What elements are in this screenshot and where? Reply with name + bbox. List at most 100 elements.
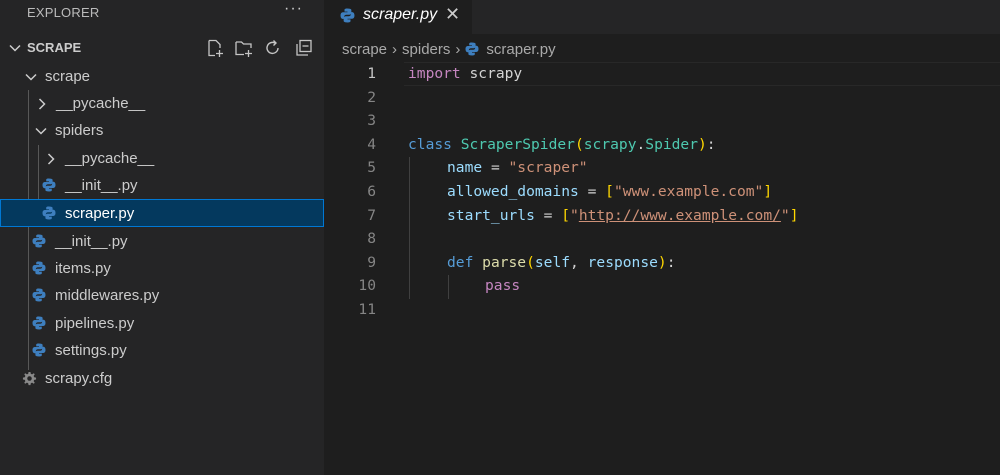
dot: .: [636, 135, 646, 153]
tab-bar: scraper.py ✕: [324, 0, 1000, 34]
code-text: start_urls = ["http://www.example.com/"]: [447, 207, 799, 224]
code-text: name = "scraper": [447, 159, 588, 176]
keyword: def: [447, 253, 474, 271]
tree-file-settings[interactable]: settings.py: [0, 337, 324, 364]
bracket: ]: [789, 206, 799, 224]
tree-item-label: middlewares.py: [55, 287, 160, 304]
chevron-down-icon: [35, 127, 47, 135]
code-text: def parse(self, response):: [447, 254, 676, 271]
string: "www.example.com": [613, 183, 764, 200]
explorer-title: EXPLORER: [27, 5, 100, 20]
more-actions-icon[interactable]: ···: [284, 0, 303, 18]
bracket: [: [605, 183, 614, 200]
keyword: pass: [485, 277, 521, 295]
bracket: ): [657, 253, 667, 271]
explorer-sidebar: EXPLORER ··· SCRAPE scrape __pycache__ s…: [0, 0, 324, 475]
close-icon[interactable]: ✕: [445, 4, 460, 25]
line-number: 9: [367, 253, 376, 271]
url-link[interactable]: http://www.example.com/: [579, 207, 781, 224]
tree-item-label: items.py: [55, 260, 111, 277]
python-file-icon: [32, 261, 46, 275]
line-number: 11: [358, 301, 376, 318]
chevron-down-icon: [9, 44, 21, 52]
code-line: 9 def parse(self, response):: [324, 251, 1000, 275]
line-number: 2: [367, 88, 376, 106]
keyword: class: [408, 135, 452, 153]
line-number: 1: [367, 65, 376, 82]
function-name: parse: [482, 253, 527, 271]
tree-folder-pycache[interactable]: __pycache__: [0, 90, 324, 117]
bracket: ): [698, 135, 707, 153]
tree-item-label: __init__.py: [55, 233, 128, 250]
operator: =: [534, 206, 562, 224]
line-number: 5: [367, 159, 376, 177]
new-folder-icon[interactable]: [234, 38, 254, 58]
tree-folder-scrape[interactable]: scrape: [0, 63, 324, 90]
python-file-icon: [32, 288, 46, 302]
chevron-down-icon: [25, 73, 37, 81]
module-name: scrapy: [460, 65, 523, 82]
tree-file-scrapy-cfg[interactable]: scrapy.cfg: [0, 365, 324, 392]
code-line: 7 start_urls = ["http://www.example.com/…: [324, 204, 1000, 228]
string: "scraper": [508, 159, 588, 177]
tree-file-items[interactable]: items.py: [0, 255, 324, 282]
code-line: 8: [324, 227, 1000, 251]
class-name: ScraperSpider: [460, 135, 575, 153]
code-line: 5 name = "scraper": [324, 156, 1000, 180]
python-file-icon: [465, 42, 479, 56]
editor-area: scraper.py ✕ scrape › spiders › scraper.py 1…: [324, 0, 1000, 475]
code-text: import scrapy: [408, 65, 522, 82]
variable: name: [447, 159, 483, 177]
explorer-header: EXPLORER ···: [0, 0, 324, 26]
tree-item-label: scrape: [45, 68, 91, 85]
tree-file-middlewares[interactable]: middlewares.py: [0, 282, 324, 309]
tree-folder-spiders-pycache[interactable]: __pycache__: [0, 145, 324, 172]
line-number: 4: [367, 135, 376, 153]
tree-folder-spiders[interactable]: spiders: [0, 117, 324, 144]
chevron-right-icon: [38, 98, 46, 110]
parameter: self: [534, 253, 571, 271]
tree-item-label: scrapy.cfg: [45, 370, 113, 387]
colon: :: [706, 135, 716, 153]
keyword: import: [408, 65, 461, 82]
chevron-right-icon: ›: [455, 40, 461, 58]
tab-scraper[interactable]: scraper.py ✕: [324, 0, 472, 34]
code-line: 4 class ScraperSpider(scrapy.Spider):: [324, 133, 1000, 157]
chevron-right-icon: [47, 153, 55, 165]
tree-item-label: spiders: [55, 122, 104, 139]
colon: :: [666, 253, 676, 271]
line-number: 10: [358, 277, 376, 295]
string-quote: ": [780, 206, 790, 224]
breadcrumb-scrape[interactable]: scrape: [342, 41, 387, 58]
bracket: (: [526, 253, 535, 271]
gear-icon: [22, 371, 37, 386]
breadcrumb-file[interactable]: scraper.py: [486, 41, 555, 58]
code-line: 2: [324, 86, 1000, 110]
tree-file-pipelines[interactable]: pipelines.py: [0, 310, 324, 337]
python-file-icon: [32, 316, 46, 330]
tree-item-label: scraper.py: [65, 205, 135, 222]
breadcrumb-spiders[interactable]: spiders: [402, 41, 450, 58]
python-file-icon: [32, 234, 46, 248]
bracket: (: [574, 135, 584, 153]
code-text: allowed_domains = ["www.example.com"]: [447, 183, 772, 200]
code-text: class ScraperSpider(scrapy.Spider):: [408, 136, 716, 153]
new-file-icon[interactable]: [205, 38, 225, 58]
refresh-icon[interactable]: [263, 38, 283, 58]
tree-item-label: settings.py: [55, 342, 127, 359]
operator: =: [482, 159, 509, 177]
python-file-icon: [32, 343, 46, 357]
collapse-all-icon[interactable]: [294, 38, 314, 58]
operator: =: [578, 183, 606, 200]
code-line: 1 import scrapy: [324, 62, 1000, 86]
python-file-icon: [42, 206, 56, 220]
tree-file-spiders-init[interactable]: __init__.py: [0, 172, 324, 199]
tab-label: scraper.py: [363, 6, 438, 23]
tree-file-scraper[interactable]: scraper.py: [0, 199, 324, 227]
tree-file-init[interactable]: __init__.py: [0, 228, 324, 255]
variable: allowed_domains: [447, 183, 579, 200]
variable: start_urls: [447, 206, 535, 224]
python-file-icon: [42, 178, 56, 192]
line-number: 6: [367, 183, 376, 200]
code-line: 3: [324, 109, 1000, 133]
